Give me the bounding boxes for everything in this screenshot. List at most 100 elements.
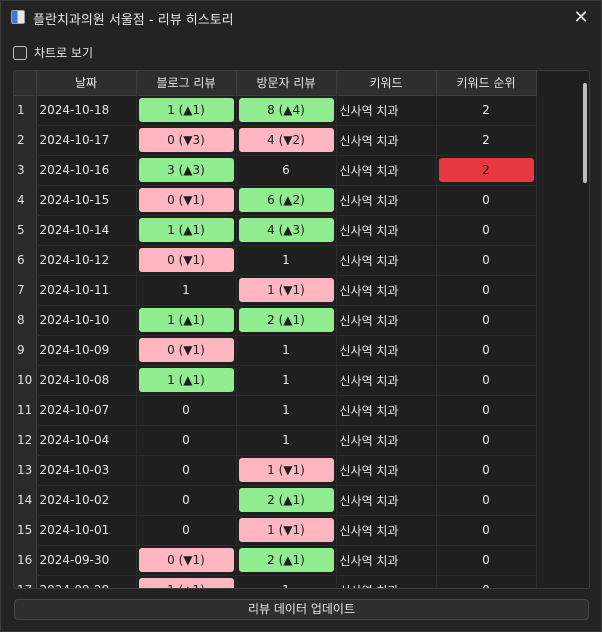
cell-blog-reviews[interactable]: 1 (136, 275, 237, 306)
row-number[interactable]: 8 (14, 305, 37, 336)
cell-visitor-reviews[interactable]: 1 (▼1) (236, 275, 337, 306)
row-number[interactable]: 13 (14, 455, 37, 486)
cell-visitor-reviews[interactable]: 1 (236, 575, 337, 588)
cell-blog-reviews[interactable]: 1 (▲1) (136, 305, 237, 336)
row-number[interactable]: 17 (14, 575, 37, 588)
table-row[interactable]: 16 2024-09-30 0 (▼1) 2 (▲1) 신사역 치과 0 (14, 545, 537, 576)
cell-visitor-reviews[interactable]: 1 (▼1) (236, 455, 337, 486)
row-number[interactable]: 4 (14, 185, 37, 216)
cell-keyword[interactable]: 신사역 치과 (336, 455, 437, 486)
table-row[interactable]: 10 2024-10-08 1 (▲1) 1 신사역 치과 0 (14, 365, 537, 396)
cell-blog-reviews[interactable]: 0 (▼1) (136, 185, 237, 216)
cell-keyword-rank[interactable]: 2 (436, 95, 537, 126)
row-number[interactable]: 16 (14, 545, 37, 576)
row-number[interactable]: 12 (14, 425, 37, 456)
cell-visitor-reviews[interactable]: 4 (▲3) (236, 215, 337, 246)
cell-date[interactable]: 2024-10-02 (36, 485, 137, 516)
table-row[interactable]: 12 2024-10-04 0 1 신사역 치과 0 (14, 425, 537, 456)
table-row[interactable]: 13 2024-10-03 0 1 (▼1) 신사역 치과 0 (14, 455, 537, 486)
cell-visitor-reviews[interactable]: 4 (▼2) (236, 125, 337, 156)
corner-header[interactable] (14, 71, 37, 96)
cell-date[interactable]: 2024-10-14 (36, 215, 137, 246)
cell-keyword[interactable]: 신사역 치과 (336, 305, 437, 336)
cell-keyword[interactable]: 신사역 치과 (336, 125, 437, 156)
cell-visitor-reviews[interactable]: 2 (▲1) (236, 545, 337, 576)
cell-keyword-rank[interactable]: 0 (436, 275, 537, 306)
column-header-visitor-reviews[interactable]: 방문자 리뷰 (236, 71, 337, 96)
table-row[interactable]: 8 2024-10-10 1 (▲1) 2 (▲1) 신사역 치과 0 (14, 305, 537, 336)
cell-date[interactable]: 2024-10-16 (36, 155, 137, 186)
cell-keyword-rank[interactable]: 0 (436, 575, 537, 588)
cell-keyword[interactable]: 신사역 치과 (336, 185, 437, 216)
cell-date[interactable]: 2024-10-10 (36, 305, 137, 336)
table-row[interactable]: 2 2024-10-17 0 (▼3) 4 (▼2) 신사역 치과 2 (14, 125, 537, 156)
cell-keyword-rank[interactable]: 0 (436, 365, 537, 396)
cell-date[interactable]: 2024-10-03 (36, 455, 137, 486)
cell-keyword[interactable]: 신사역 치과 (336, 365, 437, 396)
cell-keyword[interactable]: 신사역 치과 (336, 245, 437, 276)
row-number[interactable]: 15 (14, 515, 37, 546)
cell-date[interactable]: 2024-10-01 (36, 515, 137, 546)
cell-keyword[interactable]: 신사역 치과 (336, 155, 437, 186)
cell-visitor-reviews[interactable]: 1 (236, 335, 337, 366)
cell-date[interactable]: 2024-10-17 (36, 125, 137, 156)
row-number[interactable]: 5 (14, 215, 37, 246)
table-row[interactable]: 6 2024-10-12 0 (▼1) 1 신사역 치과 0 (14, 245, 537, 276)
row-number[interactable]: 6 (14, 245, 37, 276)
table-row[interactable]: 3 2024-10-16 3 (▲3) 6 신사역 치과 2 (14, 155, 537, 186)
cell-date[interactable]: 2024-09-30 (36, 545, 137, 576)
cell-keyword[interactable]: 신사역 치과 (336, 395, 437, 426)
close-button[interactable]: ✕ (561, 1, 601, 33)
row-number[interactable]: 10 (14, 365, 37, 396)
cell-keyword-rank[interactable]: 0 (436, 395, 537, 426)
cell-blog-reviews[interactable]: 1 (▲1) (136, 365, 237, 396)
cell-visitor-reviews[interactable]: 1 (236, 245, 337, 276)
title-bar[interactable]: 플란치과의원 서울점 - 리뷰 히스토리 ✕ (1, 1, 601, 33)
row-number[interactable]: 7 (14, 275, 37, 306)
cell-date[interactable]: 2024-10-11 (36, 275, 137, 306)
cell-blog-reviews[interactable]: 0 (136, 485, 237, 516)
table-row[interactable]: 7 2024-10-11 1 1 (▼1) 신사역 치과 0 (14, 275, 537, 306)
cell-keyword-rank[interactable]: 0 (436, 245, 537, 276)
row-number[interactable]: 11 (14, 395, 37, 426)
cell-blog-reviews[interactable]: 3 (▲3) (136, 155, 237, 186)
table-row[interactable]: 4 2024-10-15 0 (▼1) 6 (▲2) 신사역 치과 0 (14, 185, 537, 216)
table-row[interactable]: 5 2024-10-14 1 (▲1) 4 (▲3) 신사역 치과 0 (14, 215, 537, 246)
cell-blog-reviews[interactable]: 1 (▲1) (136, 575, 237, 588)
cell-keyword-rank[interactable]: 2 (436, 155, 537, 186)
cell-date[interactable]: 2024-10-04 (36, 425, 137, 456)
cell-date[interactable]: 2024-10-07 (36, 395, 137, 426)
cell-blog-reviews[interactable]: 0 (▼1) (136, 545, 237, 576)
cell-keyword-rank[interactable]: 0 (436, 305, 537, 336)
vertical-scrollbar[interactable] (583, 83, 587, 183)
cell-keyword-rank[interactable]: 0 (436, 335, 537, 366)
table-row[interactable]: 14 2024-10-02 0 2 (▲1) 신사역 치과 0 (14, 485, 537, 516)
cell-visitor-reviews[interactable]: 8 (▲4) (236, 95, 337, 126)
cell-date[interactable]: 2024-10-18 (36, 95, 137, 126)
cell-keyword[interactable]: 신사역 치과 (336, 215, 437, 246)
cell-keyword[interactable]: 신사역 치과 (336, 275, 437, 306)
cell-visitor-reviews[interactable]: 1 (236, 425, 337, 456)
row-number[interactable]: 1 (14, 95, 37, 126)
cell-keyword[interactable]: 신사역 치과 (336, 95, 437, 126)
column-header-keyword-rank[interactable]: 키워드 순위 (436, 71, 537, 96)
table-row[interactable]: 172024-09-281 (▲1) 1신사역 치과0 (14, 575, 537, 588)
cell-blog-reviews[interactable]: 0 (136, 455, 237, 486)
review-table-container[interactable]: 날짜 블로그 리뷰 방문자 리뷰 키워드 키워드 순위 1 2024-10-18 1… (13, 70, 590, 589)
cell-keyword[interactable]: 신사역 치과 (336, 425, 437, 456)
cell-visitor-reviews[interactable]: 1 (236, 395, 337, 426)
cell-keyword-rank[interactable]: 0 (436, 425, 537, 456)
cell-keyword[interactable]: 신사역 치과 (336, 575, 437, 588)
cell-keyword[interactable]: 신사역 치과 (336, 485, 437, 516)
cell-visitor-reviews[interactable]: 1 (236, 365, 337, 396)
row-number[interactable]: 9 (14, 335, 37, 366)
cell-keyword-rank[interactable]: 0 (436, 485, 537, 516)
cell-visitor-reviews[interactable]: 1 (▼1) (236, 515, 337, 546)
cell-blog-reviews[interactable]: 0 (▼1) (136, 245, 237, 276)
cell-date[interactable]: 2024-10-12 (36, 245, 137, 276)
column-header-blog-reviews[interactable]: 블로그 리뷰 (136, 71, 237, 96)
chart-toggle-checkbox[interactable] (13, 45, 27, 60)
cell-blog-reviews[interactable]: 0 (136, 395, 237, 426)
cell-keyword[interactable]: 신사역 치과 (336, 335, 437, 366)
table-row[interactable]: 1 2024-10-18 1 (▲1) 8 (▲4) 신사역 치과 2 (14, 95, 537, 126)
